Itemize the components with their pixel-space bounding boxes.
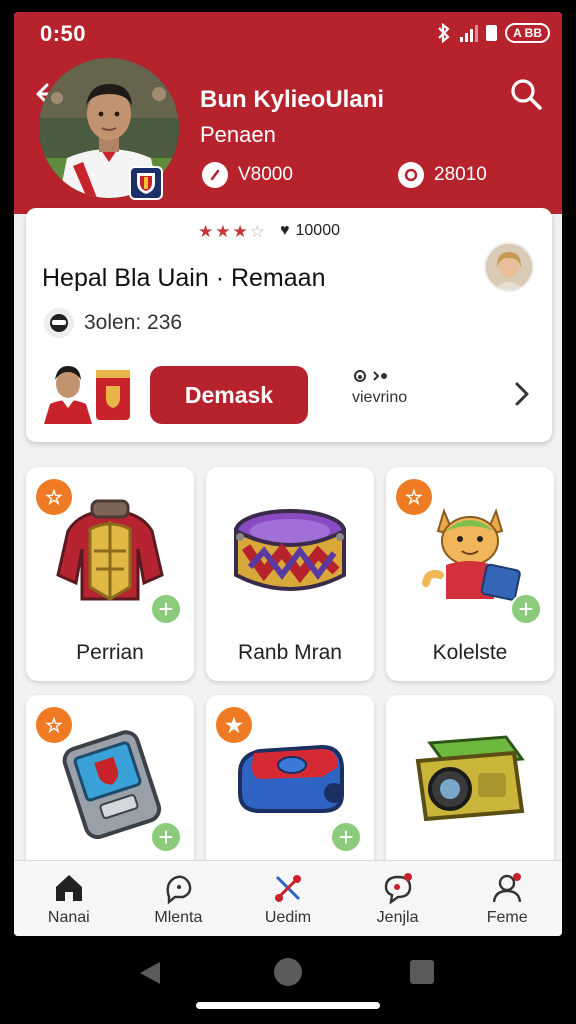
bottom-nav: Nanai Mlenta Uedim Jenjla Feme bbox=[14, 860, 562, 936]
clock-icon bbox=[202, 162, 228, 188]
crossed-tools-icon bbox=[274, 875, 301, 902]
camera-icon bbox=[415, 735, 525, 822]
add-icon[interactable]: + bbox=[510, 593, 542, 625]
star-icon: ★ bbox=[215, 222, 231, 241]
nav-item-messages[interactable]: Jenjla bbox=[343, 861, 453, 936]
stat-gems: 28010 bbox=[398, 162, 487, 188]
mascot-icon bbox=[422, 508, 521, 601]
tile-drum[interactable]: Ranb Mran bbox=[206, 467, 374, 681]
nav-label: Uedim bbox=[264, 909, 312, 926]
handheld-device-icon bbox=[62, 730, 162, 839]
profile-subtitle: Penaen bbox=[200, 122, 276, 147]
viewing-indicator[interactable]: vievrino bbox=[352, 368, 407, 407]
tile-armor[interactable]: ☆ + Perrian bbox=[26, 467, 194, 681]
nav-label: Mlenta bbox=[154, 909, 203, 926]
chevron-right-icon[interactable] bbox=[512, 380, 532, 408]
stat-gems-value: 28010 bbox=[434, 164, 487, 185]
nav-label: Jenjla bbox=[376, 909, 419, 926]
home-icon bbox=[55, 875, 82, 901]
nav-label: Feme bbox=[486, 909, 528, 926]
stat-coins: V8000 bbox=[202, 162, 293, 188]
add-icon[interactable]: + bbox=[150, 593, 182, 625]
message-icon bbox=[384, 873, 412, 905]
nav-item-tools[interactable]: Uedim bbox=[233, 861, 343, 936]
profile-icon bbox=[492, 873, 522, 903]
stat-coins-value: V8000 bbox=[238, 164, 293, 185]
star-icon: ★ bbox=[232, 222, 248, 241]
system-nav-bar bbox=[0, 936, 576, 1024]
profile-name: Bun KylieoUlani bbox=[200, 86, 385, 113]
star-icon: ★ bbox=[198, 222, 214, 241]
tile-label: Ranb Mran bbox=[238, 641, 342, 664]
heart-icon: ♥ bbox=[280, 222, 290, 239]
status-time: 0:50 bbox=[40, 21, 87, 46]
add-icon[interactable]: + bbox=[150, 821, 182, 853]
status-icons: A BB bbox=[436, 23, 550, 43]
gesture-bar[interactable] bbox=[196, 1002, 380, 1009]
gem-icon bbox=[398, 162, 424, 188]
signal-icon bbox=[460, 24, 479, 42]
nav-label: Nanai bbox=[47, 909, 90, 926]
profile-card: ★ ★ ★ ☆ ♥ 10000 Hepal Bla Uain · Remaan 3ol… bbox=[26, 208, 552, 442]
nav-item-profile[interactable]: Feme bbox=[452, 861, 562, 936]
star-icon: ☆ bbox=[249, 222, 265, 241]
fans-count: ♥ 10000 bbox=[280, 222, 340, 240]
system-back-icon[interactable] bbox=[138, 960, 162, 986]
drum-icon bbox=[234, 509, 346, 591]
score-value: 3olen: 236 bbox=[84, 311, 183, 334]
chat-icon bbox=[166, 875, 192, 905]
status-bar: 0:50 A BB bbox=[14, 12, 562, 56]
battery-label: A BB bbox=[505, 23, 550, 43]
whistle-icon bbox=[238, 744, 344, 813]
system-recents-icon[interactable] bbox=[410, 960, 434, 984]
add-icon[interactable]: + bbox=[330, 821, 362, 853]
eyes-icon bbox=[354, 370, 387, 382]
player-with-jersey-icon bbox=[44, 366, 130, 424]
nav-item-home[interactable]: Nanai bbox=[14, 861, 124, 936]
rating-stars: ★ ★ ★ ☆ bbox=[198, 222, 265, 242]
club-badge-icon bbox=[129, 166, 163, 200]
viewing-label: vievrino bbox=[352, 389, 408, 406]
score-row: 3olen: 236 bbox=[44, 308, 182, 338]
tile-collection[interactable]: ☆ + Kolelste bbox=[386, 467, 554, 681]
friend-avatar[interactable] bbox=[484, 242, 534, 292]
nav-item-chat[interactable]: Mlenta bbox=[124, 861, 234, 936]
primary-action-button[interactable]: Demask bbox=[150, 366, 308, 424]
fans-count-value: 10000 bbox=[295, 222, 341, 239]
system-home-icon[interactable] bbox=[274, 958, 302, 986]
card-title: Hepal Bla Uain · Remaan bbox=[42, 264, 326, 292]
mask-icon bbox=[44, 308, 74, 338]
armor-icon bbox=[56, 499, 164, 601]
bluetooth-icon bbox=[438, 23, 450, 43]
app-screen: 0:50 A BB Bun KylieoUlani Penaen V8000 2… bbox=[14, 12, 562, 936]
tile-label: Kolelste bbox=[432, 641, 508, 664]
tile-label: Perrian bbox=[76, 641, 144, 664]
battery-icon bbox=[486, 25, 498, 41]
search-icon[interactable] bbox=[508, 76, 544, 112]
